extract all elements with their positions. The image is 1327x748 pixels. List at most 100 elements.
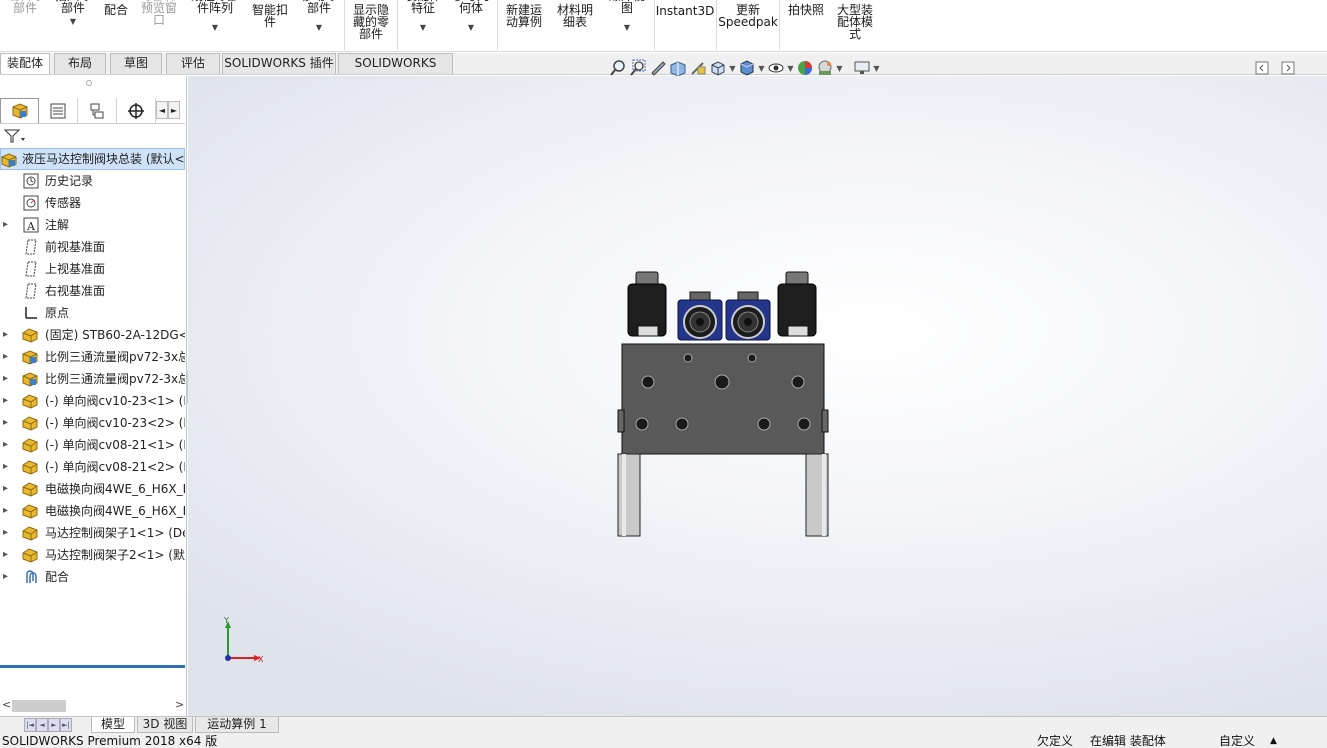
- tree-item[interactable]: 历史记录: [0, 170, 185, 192]
- chevron-down-icon[interactable]: ▼: [757, 64, 766, 73]
- tree-item[interactable]: 原点: [0, 302, 185, 324]
- scroll-right-icon[interactable]: >: [175, 698, 184, 711]
- expand-arrow-icon[interactable]: ▸: [3, 324, 8, 346]
- chevron-down-icon[interactable]: ▼: [316, 22, 322, 34]
- collapse-panel-icon[interactable]: [1252, 58, 1272, 78]
- tree-item[interactable]: ▸ 电磁换向阀4WE_6_H6X_E: [0, 478, 185, 500]
- tree-item[interactable]: ▸ (-) 单向阀cv08-21<2> (D: [0, 456, 185, 478]
- insert-components-button[interactable]: 插入零 部件▼: [50, 0, 96, 28]
- edit-component-button[interactable]: 编辑零 部件: [4, 0, 46, 14]
- tab-evaluate[interactable]: 评估: [166, 53, 220, 74]
- scrollbar-thumb[interactable]: [12, 700, 66, 712]
- expand-arrow-icon[interactable]: ▸: [3, 478, 8, 500]
- tree-item[interactable]: ▸ (-) 单向阀cv08-21<1> (D: [0, 434, 185, 456]
- filter-icon[interactable]: [3, 128, 26, 147]
- tree-item[interactable]: 右视基准面: [0, 280, 185, 302]
- exploded-view-button[interactable]: 爆炸视 图▼: [604, 0, 650, 34]
- chevron-down-icon[interactable]: ▼: [728, 64, 737, 73]
- tab-sketch[interactable]: 草图: [110, 53, 162, 74]
- tab-3d-view[interactable]: 3D 视图: [137, 717, 193, 733]
- tree-item[interactable]: ▸ (-) 单向阀cv10-23<1> (D: [0, 390, 185, 412]
- assembly-features-button[interactable]: 装配体 特征▼: [400, 0, 446, 34]
- expand-arrow-icon[interactable]: ▸: [3, 214, 8, 236]
- expand-arrow-icon[interactable]: ▸: [3, 346, 8, 368]
- expand-arrow-icon[interactable]: ▸: [3, 368, 8, 390]
- graphics-viewport[interactable]: Y X: [188, 76, 1327, 716]
- expand-arrow-icon[interactable]: ▸: [3, 566, 8, 588]
- view-settings-icon[interactable]: [852, 58, 872, 78]
- expand-arrow-icon[interactable]: ▸: [3, 390, 8, 412]
- tree-item[interactable]: 上视基准面: [0, 258, 185, 280]
- dynamic-annotation-icon[interactable]: [688, 58, 708, 78]
- panel-grip-handle[interactable]: [86, 80, 92, 86]
- tab-solidworks-addins[interactable]: SOLIDWORKS 插件: [222, 53, 336, 74]
- tree-item[interactable]: ▸ 配合: [0, 566, 185, 588]
- bill-of-materials-button[interactable]: 材料明 细表: [552, 4, 598, 28]
- chevron-down-icon[interactable]: ▼: [786, 64, 795, 73]
- tree-item[interactable]: ▸ 马达控制阀架子2<1> (默认: [0, 544, 185, 566]
- display-style-icon[interactable]: [737, 58, 757, 78]
- tree-item[interactable]: 传感器: [0, 192, 185, 214]
- expand-arrow-icon[interactable]: ▸: [3, 544, 8, 566]
- tree-item[interactable]: ▸ (-) 单向阀cv10-23<2> (D: [0, 412, 185, 434]
- chevron-down-icon[interactable]: ▼: [468, 22, 474, 34]
- tree-item[interactable]: ▸ 比例三通流量阀pv72-3x总: [0, 346, 185, 368]
- smart-fasteners-button[interactable]: 智能扣 件: [247, 4, 293, 28]
- expand-arrow-icon[interactable]: ▸: [3, 434, 8, 456]
- previous-view-icon[interactable]: [648, 58, 668, 78]
- tab-assembly[interactable]: 装配体: [0, 53, 50, 74]
- configurationmanager-icon[interactable]: [78, 98, 117, 123]
- scroll-left-icon[interactable]: <: [2, 698, 11, 711]
- chevron-down-icon[interactable]: ▼: [70, 16, 76, 28]
- previous-tab-icon[interactable]: ◄: [36, 718, 48, 732]
- next-tab-icon[interactable]: ►: [48, 718, 60, 732]
- expand-arrow-icon[interactable]: ▸: [3, 456, 8, 478]
- featuremanager-icon[interactable]: [0, 98, 39, 123]
- zoom-to-fit-icon[interactable]: [608, 58, 628, 78]
- tree-item[interactable]: ▸ 马达控制阀架子1<1> (De: [0, 522, 185, 544]
- tab-scroll-left-icon[interactable]: ◄: [156, 101, 168, 119]
- tab-motion-study[interactable]: 运动算例 1: [195, 717, 279, 733]
- instant3d-button[interactable]: Instant3D: [656, 5, 715, 17]
- apply-scene-icon[interactable]: [815, 58, 835, 78]
- chevron-up-icon[interactable]: ▲: [1270, 733, 1277, 748]
- take-snapshot-button[interactable]: 拍快照: [783, 4, 829, 16]
- mate-button[interactable]: 配合: [100, 4, 132, 16]
- expand-panel-icon[interactable]: [1278, 58, 1298, 78]
- propertymanager-icon[interactable]: [39, 98, 78, 123]
- reference-geometry-button[interactable]: 参考几 何体▼: [448, 0, 494, 34]
- zoom-area-icon[interactable]: [628, 58, 648, 78]
- expand-arrow-icon[interactable]: ▸: [3, 412, 8, 434]
- new-motion-study-button[interactable]: 新建运 动算例: [501, 4, 547, 28]
- expand-arrow-icon[interactable]: ▸: [3, 500, 8, 522]
- dimxpertmanager-icon[interactable]: [117, 98, 156, 123]
- tree-item[interactable]: 前视基准面: [0, 236, 185, 258]
- hide-show-items-icon[interactable]: [766, 58, 786, 78]
- tab-layout[interactable]: 布局: [54, 53, 106, 74]
- view-orientation-icon[interactable]: [708, 58, 728, 78]
- linear-component-pattern-button[interactable]: 线性零部 件阵列▼: [186, 0, 244, 34]
- large-assembly-mode-button[interactable]: 大型装 配体模 式: [832, 4, 878, 40]
- tree-item[interactable]: ▸ (固定) STB60-2A-12DG<: [0, 324, 185, 346]
- tree-item[interactable]: ▸ 比例三通流量阀pv72-3x总: [0, 368, 185, 390]
- tree-item[interactable]: ▸ 电磁换向阀4WE_6_H6X_E: [0, 500, 185, 522]
- assembly-model-view[interactable]: [616, 270, 836, 540]
- last-tab-icon[interactable]: ►|: [60, 718, 72, 732]
- component-preview-window-button[interactable]: 零部件 预览窗 口: [136, 0, 182, 26]
- expand-arrow-icon[interactable]: ▸: [3, 522, 8, 544]
- move-component-button[interactable]: 移动零 部件▼: [296, 0, 342, 34]
- tree-item[interactable]: ▸ A 注解: [0, 214, 185, 236]
- chevron-down-icon[interactable]: ▼: [835, 64, 844, 73]
- tab-solidworks-mbd[interactable]: SOLIDWORKS MBD: [338, 53, 453, 89]
- show-hidden-components-button[interactable]: 显示隐 藏的零 部件: [348, 4, 394, 40]
- tree-root-assembly[interactable]: 液压马达控制阀块总装 (默认<: [0, 148, 185, 170]
- chevron-down-icon[interactable]: ▼: [624, 22, 630, 34]
- tab-model[interactable]: 模型: [91, 717, 135, 733]
- chevron-down-icon[interactable]: ▼: [212, 22, 218, 34]
- chevron-down-icon[interactable]: ▼: [872, 64, 881, 73]
- chevron-down-icon[interactable]: ▼: [420, 22, 426, 34]
- section-view-icon[interactable]: [668, 58, 688, 78]
- first-tab-icon[interactable]: |◄: [24, 718, 36, 732]
- edit-appearance-icon[interactable]: [795, 58, 815, 78]
- tab-scroll-right-icon[interactable]: ►: [168, 101, 180, 119]
